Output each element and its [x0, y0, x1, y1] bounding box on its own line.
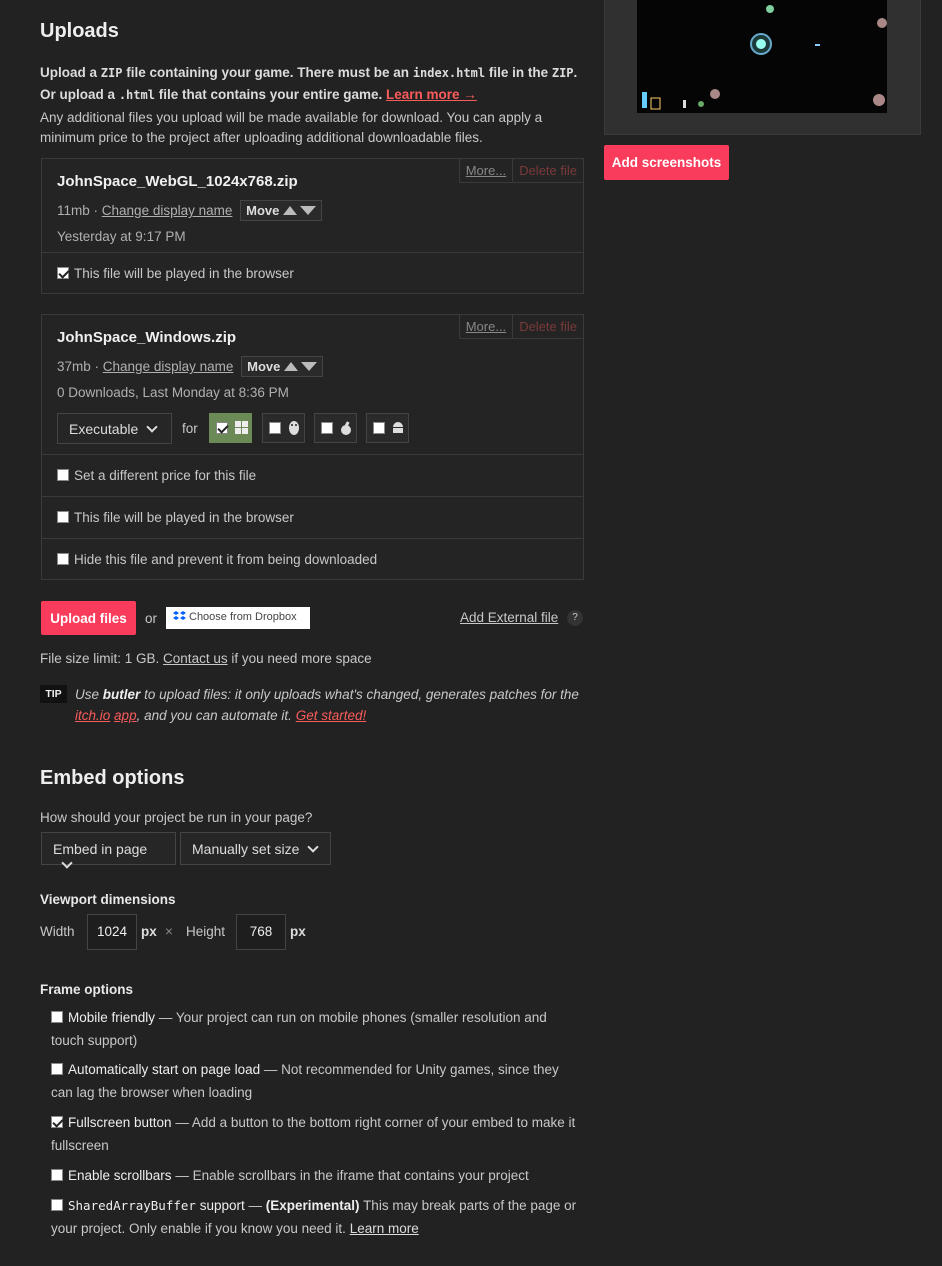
move-down-icon[interactable] — [300, 206, 317, 215]
learn-more-link[interactable]: Learn more — [350, 1221, 419, 1236]
height-label: Height — [186, 924, 226, 939]
butler-name: butler — [102, 687, 141, 702]
mobile-friendly-option: Mobile friendly — Your project can run o… — [51, 1010, 547, 1048]
scrollbars-checkbox[interactable] — [51, 1169, 63, 1181]
platform-mac-toggle[interactable] — [314, 413, 357, 443]
move-up-icon[interactable] — [284, 362, 299, 371]
shared-array-buffer-option: SharedArrayBuffer support — (Experimenta… — [51, 1198, 577, 1236]
android-checkbox[interactable] — [373, 422, 385, 434]
different-price-checkbox[interactable] — [57, 469, 69, 481]
fullscreen-button-checkbox[interactable] — [51, 1116, 63, 1128]
linux-checkbox[interactable] — [269, 422, 281, 434]
add-screenshots-button[interactable]: Add screenshots — [604, 145, 729, 180]
tip-badge: TIP — [40, 685, 67, 703]
width-input[interactable]: 1024 — [87, 914, 137, 950]
width-label: Width — [40, 924, 75, 939]
more-button[interactable]: More... — [458, 159, 513, 183]
dropbox-button[interactable]: Choose from Dropbox — [166, 607, 310, 629]
uploads-intro: Upload a ZIP file containing your game. … — [40, 65, 578, 102]
chevron-down-icon — [146, 421, 158, 433]
file-size: 11mb — [57, 203, 90, 218]
different-price-row: Set a different price for this file — [42, 454, 583, 496]
hide-file-checkbox[interactable] — [57, 553, 69, 565]
help-icon[interactable]: ? — [567, 610, 583, 626]
additional-files-note: Any additional files you upload will be … — [40, 110, 543, 145]
linux-icon — [288, 421, 299, 435]
autostart-checkbox[interactable] — [51, 1063, 63, 1075]
fullscreen-button-option: Fullscreen button — Add a button to the … — [51, 1115, 576, 1153]
screenshot-panel — [604, 0, 921, 135]
itch-app-link[interactable]: app — [114, 708, 137, 723]
file-card-windows: More... Delete file JohnSpace_Windows.zi… — [41, 314, 584, 580]
embed-mode-select[interactable]: Embed in page — [41, 832, 176, 869]
move-up-icon[interactable] — [283, 206, 298, 215]
for-label: for — [182, 421, 198, 436]
or-label: or — [145, 611, 158, 626]
add-external-file-link[interactable]: Add External file — [460, 610, 558, 625]
width-unit: px — [141, 924, 157, 939]
times-icon: × — [165, 924, 173, 939]
autostart-option: Automatically start on page load — Not r… — [51, 1062, 559, 1100]
platform-windows-toggle[interactable] — [209, 413, 252, 443]
file-card-webgl: More... Delete file JohnSpace_WebGL_1024… — [41, 158, 584, 294]
played-in-browser-row: This file will be played in the browser — [42, 496, 583, 538]
game-screenshot-thumbnail — [637, 0, 887, 113]
windows-icon — [234, 421, 248, 434]
frame-options-title: Frame options — [40, 982, 134, 997]
file-size: 37mb — [57, 359, 91, 374]
played-in-browser-checkbox[interactable] — [57, 511, 69, 523]
android-icon — [392, 422, 403, 433]
height-input[interactable]: 768 — [236, 914, 286, 950]
played-in-browser-row: This file will be played in the browser — [42, 252, 583, 294]
mac-checkbox[interactable] — [321, 422, 333, 434]
file-type-select[interactable]: Executable — [57, 413, 172, 444]
change-display-name-link[interactable]: Change display name — [102, 203, 233, 218]
height-unit: px — [290, 924, 306, 939]
more-button[interactable]: More... — [458, 315, 513, 339]
move-button[interactable]: Move — [241, 356, 324, 377]
file-upload-date: Yesterday at 9:17 PM — [57, 229, 186, 244]
contact-us-link[interactable]: Contact us — [163, 651, 228, 666]
uploads-title: Uploads — [40, 20, 119, 42]
shared-array-buffer-checkbox[interactable] — [51, 1199, 63, 1211]
viewport-dimensions-title: Viewport dimensions — [40, 892, 176, 907]
get-started-link[interactable]: Get started! — [296, 708, 367, 723]
file-name: JohnSpace_Windows.zip — [57, 329, 237, 346]
mobile-friendly-checkbox[interactable] — [51, 1011, 63, 1023]
html-code: .html — [118, 88, 155, 102]
embed-options-title: Embed options — [40, 767, 185, 789]
chevron-down-icon — [307, 841, 320, 853]
zip-code: ZIP — [100, 66, 123, 80]
space-game-image — [642, 5, 887, 110]
scrollbars-option: Enable scrollbars — Enable scrollbars in… — [51, 1164, 581, 1187]
file-name: JohnSpace_WebGL_1024x768.zip — [57, 173, 298, 190]
move-button[interactable]: Move — [240, 200, 323, 221]
learn-more-link[interactable]: Learn more → — [386, 87, 477, 102]
embed-question: How should your project be run in your p… — [40, 810, 313, 825]
tip-text: Use butler to upload files: it only uplo… — [75, 687, 579, 723]
played-in-browser-checkbox[interactable] — [57, 267, 69, 279]
delete-file-button[interactable]: Delete file — [512, 159, 583, 183]
index-html-code: index.html — [412, 66, 486, 80]
dropbox-icon — [173, 611, 186, 620]
change-display-name-link[interactable]: Change display name — [103, 359, 234, 374]
itch-io-link[interactable]: itch.io — [75, 708, 110, 723]
windows-checkbox[interactable] — [216, 422, 228, 434]
platform-android-toggle[interactable] — [366, 413, 409, 443]
embed-size-select[interactable]: Manually set size — [180, 832, 331, 865]
chevron-down-icon — [61, 857, 73, 869]
platform-linux-toggle[interactable] — [262, 413, 305, 443]
apple-icon — [340, 421, 351, 435]
hide-file-row: Hide this file and prevent it from being… — [42, 538, 583, 580]
upload-files-button[interactable]: Upload files — [41, 601, 136, 635]
move-down-icon[interactable] — [301, 362, 318, 371]
file-size-limit: File size limit: 1 GB. Contact us if you… — [40, 651, 372, 666]
delete-file-button[interactable]: Delete file — [512, 315, 583, 339]
file-download-info: 0 Downloads, Last Monday at 8:36 PM — [57, 385, 289, 400]
